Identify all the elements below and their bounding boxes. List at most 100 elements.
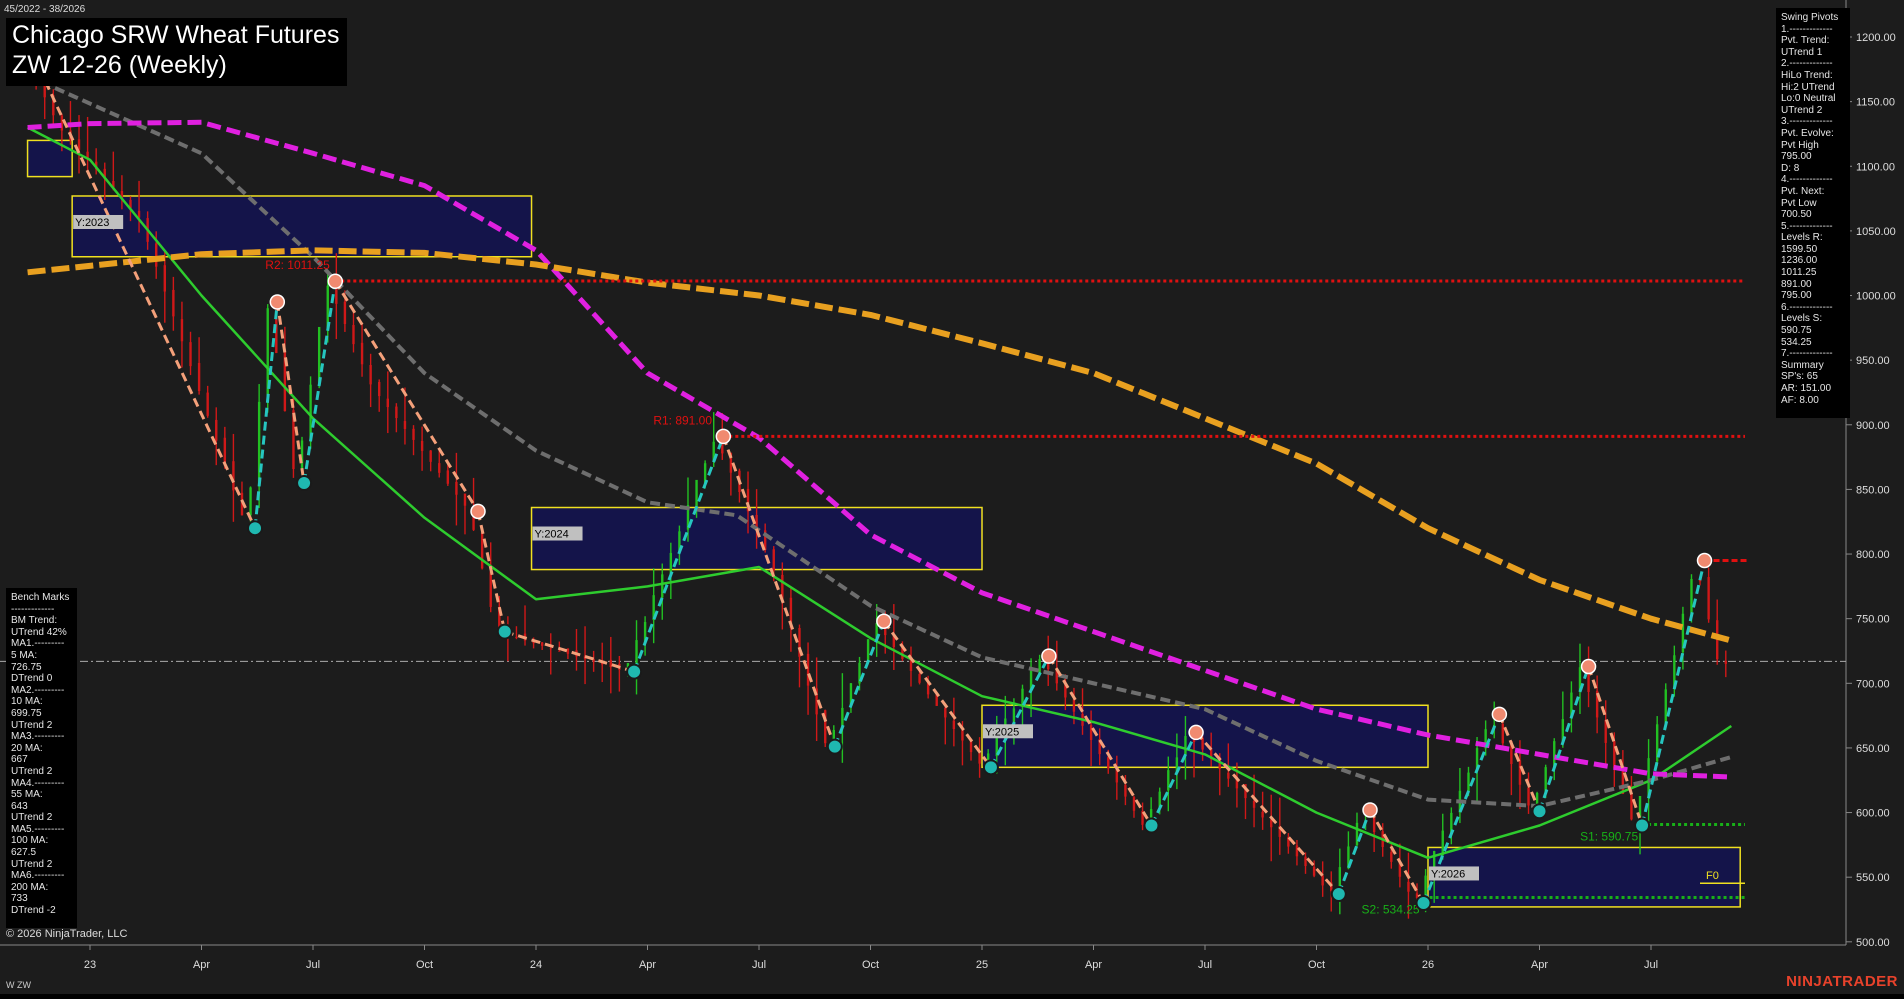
swing-pivots-line: Swing Pivots <box>1781 12 1839 23</box>
bench-marks-line: MA5.--------- <box>11 823 65 835</box>
swing-pivots-line: 534.25 <box>1781 336 1812 348</box>
bench-marks-line: 699.75 <box>11 707 42 719</box>
swing-leg-up <box>1538 666 1590 812</box>
swing-pivots-line: Pvt. Evolve: <box>1781 127 1834 139</box>
copyright: © 2026 NinjaTrader, LLC <box>6 928 128 940</box>
swing-high-marker <box>470 503 486 520</box>
x-tick-label: Oct <box>1308 959 1325 971</box>
x-tick-label: Jul <box>306 959 320 971</box>
swing-high-marker <box>1188 724 1204 741</box>
swing-low-marker <box>247 520 264 537</box>
swing-leg-up <box>302 281 337 484</box>
x-tick-label: Apr <box>193 959 210 971</box>
swing-pivots-line: 1.------------- <box>1781 23 1833 35</box>
year-label: Y:2025 <box>985 726 1019 738</box>
swing-pivots-line: 5.------------- <box>1781 220 1833 232</box>
x-tick-label: 25 <box>976 959 988 971</box>
swing-low-marker <box>982 759 999 776</box>
swing-pivots-line: Lo:0 Neutral <box>1781 93 1836 105</box>
swing-pivots-line: Levels R: <box>1781 232 1823 244</box>
swing-pivots-line: 7.------------- <box>1781 348 1833 360</box>
date-range: 45/2022 - 38/2026 <box>4 4 86 15</box>
y-tick-label: 1000.00 <box>1856 291 1896 303</box>
year-label: Y:2024 <box>535 529 569 541</box>
bench-marks-line: 667 <box>11 754 28 766</box>
year-label: Y:2026 <box>1431 868 1465 880</box>
price-chart[interactable]: 500.00 550.00 600.00 650.00 700.00 750.00 800.… <box>0 0 1904 994</box>
bench-marks-line: BM Trend: <box>11 615 58 627</box>
y-tick-label: 900.00 <box>1856 420 1890 432</box>
swing-pivots-line: UTrend 2 <box>1781 104 1823 116</box>
x-tick-label: 26 <box>1422 959 1434 971</box>
y-tick-label: 1200.00 <box>1856 32 1896 44</box>
swing-pivots-line: 1011.25 <box>1781 267 1817 279</box>
x-tick-label: 24 <box>530 959 542 971</box>
y-tick-label: 1100.00 <box>1856 161 1895 173</box>
bench-marks-line: 100 MA: <box>11 835 49 847</box>
swing-pivots-line: Pvt. Next: <box>1781 185 1825 197</box>
y-tick-label: 700.00 <box>1856 678 1890 690</box>
swing-low-marker <box>1634 817 1651 834</box>
swing-pivots-line: Levels S: <box>1781 313 1823 325</box>
swing-leg-down <box>504 630 635 674</box>
swing-high-marker <box>1580 658 1597 675</box>
bench-marks-line: 20 MA: <box>11 742 43 754</box>
bench-marks-line: UTrend 2 <box>11 765 53 777</box>
bench-marks-line: 733 <box>11 893 28 905</box>
swing-pivots-line: D: 8 <box>1781 162 1800 174</box>
chart-title-box: Chicago SRW Wheat Futures ZW 12-26 (Week… <box>6 18 348 86</box>
y-tick-label: 600.00 <box>1856 808 1890 820</box>
swing-pivots-line: 795.00 <box>1781 151 1812 163</box>
swing-high-marker <box>327 273 344 290</box>
swing-pivots-line: AR: 151.00 <box>1781 383 1832 394</box>
bench-marks-panel: Bench Marks ------------- BM Trend: UTrend … <box>6 588 77 928</box>
bench-marks-line: MA3.--------- <box>11 731 65 743</box>
swing-pivots-line: 590.75 <box>1781 325 1812 337</box>
swing-low-marker <box>826 738 843 755</box>
bench-marks-line: Bench Marks <box>11 592 70 603</box>
f0-label: F0 <box>1706 870 1719 882</box>
swing-leg-up <box>1640 560 1706 826</box>
swing-high-marker <box>1362 802 1378 818</box>
swing-pivots-line: Pvt Low <box>1781 197 1817 209</box>
bench-marks-line: MA1.--------- <box>11 638 65 650</box>
year-label: Y:2023 <box>75 217 109 229</box>
swing-low-marker <box>1143 817 1160 834</box>
bench-marks-line: DTrend 0 <box>11 673 53 685</box>
swing-pivots-panel: Swing Pivots 1.------------- Pvt. Trend: UT… <box>1776 8 1850 418</box>
resistance-level-label: R1: 891.00 <box>653 413 712 427</box>
chart-subtitle: ZW 12-26 (Weekly) <box>12 51 227 79</box>
swing-leg-down <box>1368 809 1425 904</box>
bench-marks-line: DTrend -2 <box>11 905 56 917</box>
y-tick-label: 550.00 <box>1856 872 1890 884</box>
x-tick-label: 23 <box>84 959 96 971</box>
swing-low-marker <box>1531 803 1548 820</box>
ninjatrader-logo: NINJATRADER <box>1786 973 1898 990</box>
swing-pivots-line: 795.00 <box>1781 290 1812 302</box>
swing-pivots-line: 4.------------- <box>1781 174 1833 186</box>
x-tick-label: Jul <box>752 959 766 971</box>
moving-average-ma_orange <box>27 247 1733 644</box>
swing-pivots-line: 1599.50 <box>1781 243 1818 255</box>
swing-leg-down <box>275 301 306 484</box>
bench-marks-line: 200 MA: <box>11 881 49 893</box>
y-tick-label: 650.00 <box>1856 743 1890 755</box>
bench-marks-line: 55 MA: <box>11 789 43 801</box>
swing-high-marker <box>269 294 286 310</box>
swing-pivots-line: Pvt. Trend: <box>1781 35 1830 47</box>
chart-canvas: 500.00 550.00 600.00 650.00 700.00 750.00 800.… <box>0 0 1896 971</box>
swing-pivots-line: HiLo Trend: <box>1781 69 1833 81</box>
swing-low-marker <box>296 474 313 491</box>
resistance-level-label: R2: 1011.25 <box>265 258 330 272</box>
bench-marks-line: 5 MA: <box>11 649 38 661</box>
swing-high-marker <box>1041 648 1057 664</box>
swing-high-marker <box>876 613 892 630</box>
ticker-label: W ZW <box>6 980 31 990</box>
bench-marks-line: UTrend 2 <box>11 719 53 731</box>
y-tick-label: 500.00 <box>1856 937 1890 949</box>
swing-pivots-line: 2.------------- <box>1781 58 1833 70</box>
y-tick-label: 950.00 <box>1856 355 1890 367</box>
swing-pivots-line: Hi:2 UTrend <box>1781 81 1835 93</box>
bench-marks-line: UTrend 2 <box>11 812 53 824</box>
swing-pivots-line: 700.50 <box>1781 209 1812 221</box>
